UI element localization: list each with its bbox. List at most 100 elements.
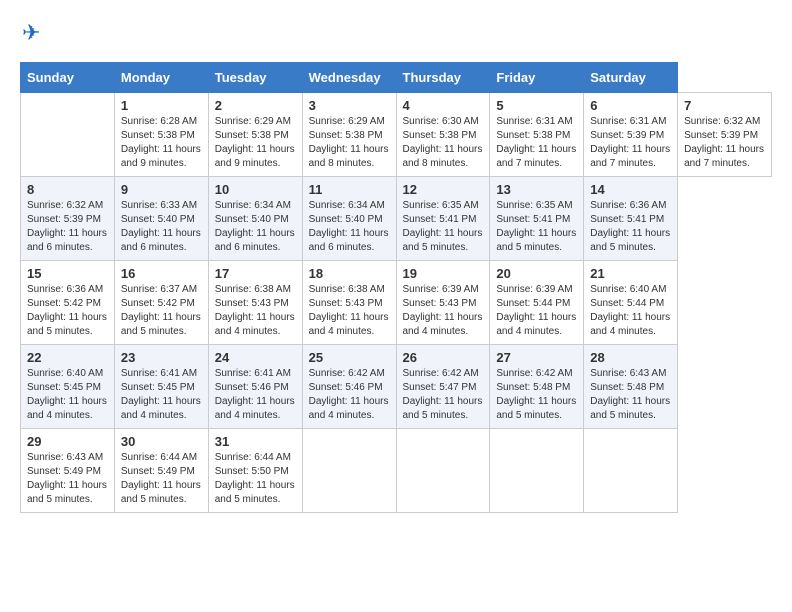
day-number: 28	[590, 350, 671, 365]
calendar-cell: 23 Sunrise: 6:41 AM Sunset: 5:45 PM Dayl…	[114, 345, 208, 429]
sunrise-text: Sunrise: 6:36 AM	[27, 283, 108, 297]
cell-content: Sunrise: 6:32 AM Sunset: 5:39 PM Dayligh…	[27, 199, 108, 255]
calendar-day-header: Monday	[114, 63, 208, 93]
daylight-text: Daylight: 11 hours and 5 minutes.	[590, 227, 671, 255]
logo-icon: ✈	[22, 20, 40, 46]
calendar-cell: 24 Sunrise: 6:41 AM Sunset: 5:46 PM Dayl…	[208, 345, 302, 429]
calendar-day-header: Thursday	[396, 63, 490, 93]
day-number: 17	[215, 266, 296, 281]
logo: ✈	[20, 20, 40, 46]
cell-content: Sunrise: 6:31 AM Sunset: 5:38 PM Dayligh…	[496, 115, 577, 171]
sunset-text: Sunset: 5:41 PM	[496, 213, 577, 227]
sunrise-text: Sunrise: 6:41 AM	[215, 367, 296, 381]
day-number: 12	[403, 182, 484, 197]
cell-content: Sunrise: 6:38 AM Sunset: 5:43 PM Dayligh…	[215, 283, 296, 339]
calendar-cell: 7 Sunrise: 6:32 AM Sunset: 5:39 PM Dayli…	[678, 93, 772, 177]
sunset-text: Sunset: 5:38 PM	[121, 129, 202, 143]
calendar-cell: 25 Sunrise: 6:42 AM Sunset: 5:46 PM Dayl…	[302, 345, 396, 429]
daylight-text: Daylight: 11 hours and 4 minutes.	[496, 311, 577, 339]
sunset-text: Sunset: 5:41 PM	[590, 213, 671, 227]
sunrise-text: Sunrise: 6:29 AM	[215, 115, 296, 129]
sunrise-text: Sunrise: 6:35 AM	[403, 199, 484, 213]
sunrise-text: Sunrise: 6:42 AM	[309, 367, 390, 381]
sunset-text: Sunset: 5:43 PM	[403, 297, 484, 311]
day-number: 21	[590, 266, 671, 281]
calendar-cell: 4 Sunrise: 6:30 AM Sunset: 5:38 PM Dayli…	[396, 93, 490, 177]
sunset-text: Sunset: 5:49 PM	[27, 465, 108, 479]
day-number: 1	[121, 98, 202, 113]
sunset-text: Sunset: 5:50 PM	[215, 465, 296, 479]
daylight-text: Daylight: 11 hours and 4 minutes.	[27, 395, 108, 423]
calendar-day-header: Sunday	[21, 63, 115, 93]
day-number: 8	[27, 182, 108, 197]
sunset-text: Sunset: 5:43 PM	[309, 297, 390, 311]
calendar-cell: 17 Sunrise: 6:38 AM Sunset: 5:43 PM Dayl…	[208, 261, 302, 345]
daylight-text: Daylight: 11 hours and 9 minutes.	[121, 143, 202, 171]
calendar-cell: 1 Sunrise: 6:28 AM Sunset: 5:38 PM Dayli…	[114, 93, 208, 177]
sunrise-text: Sunrise: 6:31 AM	[590, 115, 671, 129]
cell-content: Sunrise: 6:36 AM Sunset: 5:41 PM Dayligh…	[590, 199, 671, 255]
daylight-text: Daylight: 11 hours and 5 minutes.	[121, 311, 202, 339]
day-number: 2	[215, 98, 296, 113]
day-number: 16	[121, 266, 202, 281]
calendar-week-row: 29 Sunrise: 6:43 AM Sunset: 5:49 PM Dayl…	[21, 429, 772, 513]
day-number: 13	[496, 182, 577, 197]
cell-content: Sunrise: 6:44 AM Sunset: 5:50 PM Dayligh…	[215, 451, 296, 507]
day-number: 7	[684, 98, 765, 113]
cell-content: Sunrise: 6:40 AM Sunset: 5:45 PM Dayligh…	[27, 367, 108, 423]
sunset-text: Sunset: 5:45 PM	[27, 381, 108, 395]
cell-content: Sunrise: 6:34 AM Sunset: 5:40 PM Dayligh…	[215, 199, 296, 255]
sunrise-text: Sunrise: 6:33 AM	[121, 199, 202, 213]
calendar-week-row: 8 Sunrise: 6:32 AM Sunset: 5:39 PM Dayli…	[21, 177, 772, 261]
sunset-text: Sunset: 5:48 PM	[496, 381, 577, 395]
calendar-cell: 3 Sunrise: 6:29 AM Sunset: 5:38 PM Dayli…	[302, 93, 396, 177]
daylight-text: Daylight: 11 hours and 9 minutes.	[215, 143, 296, 171]
calendar-cell: 27 Sunrise: 6:42 AM Sunset: 5:48 PM Dayl…	[490, 345, 584, 429]
calendar-day-header: Saturday	[584, 63, 678, 93]
calendar-cell: 2 Sunrise: 6:29 AM Sunset: 5:38 PM Dayli…	[208, 93, 302, 177]
cell-content: Sunrise: 6:34 AM Sunset: 5:40 PM Dayligh…	[309, 199, 390, 255]
calendar-cell: 26 Sunrise: 6:42 AM Sunset: 5:47 PM Dayl…	[396, 345, 490, 429]
cell-content: Sunrise: 6:31 AM Sunset: 5:39 PM Dayligh…	[590, 115, 671, 171]
sunrise-text: Sunrise: 6:43 AM	[27, 451, 108, 465]
sunrise-text: Sunrise: 6:34 AM	[215, 199, 296, 213]
cell-content: Sunrise: 6:43 AM Sunset: 5:48 PM Dayligh…	[590, 367, 671, 423]
daylight-text: Daylight: 11 hours and 8 minutes.	[309, 143, 390, 171]
sunset-text: Sunset: 5:41 PM	[403, 213, 484, 227]
sunset-text: Sunset: 5:46 PM	[215, 381, 296, 395]
sunset-text: Sunset: 5:38 PM	[403, 129, 484, 143]
calendar-cell	[302, 429, 396, 513]
calendar-cell	[396, 429, 490, 513]
sunrise-text: Sunrise: 6:44 AM	[215, 451, 296, 465]
daylight-text: Daylight: 11 hours and 5 minutes.	[215, 479, 296, 507]
day-number: 4	[403, 98, 484, 113]
daylight-text: Daylight: 11 hours and 7 minutes.	[496, 143, 577, 171]
daylight-text: Daylight: 11 hours and 4 minutes.	[590, 311, 671, 339]
daylight-text: Daylight: 11 hours and 6 minutes.	[309, 227, 390, 255]
calendar-cell: 6 Sunrise: 6:31 AM Sunset: 5:39 PM Dayli…	[584, 93, 678, 177]
calendar-cell: 28 Sunrise: 6:43 AM Sunset: 5:48 PM Dayl…	[584, 345, 678, 429]
day-number: 30	[121, 434, 202, 449]
calendar-cell: 20 Sunrise: 6:39 AM Sunset: 5:44 PM Dayl…	[490, 261, 584, 345]
sunset-text: Sunset: 5:40 PM	[309, 213, 390, 227]
calendar-week-row: 15 Sunrise: 6:36 AM Sunset: 5:42 PM Dayl…	[21, 261, 772, 345]
sunrise-text: Sunrise: 6:32 AM	[684, 115, 765, 129]
cell-content: Sunrise: 6:36 AM Sunset: 5:42 PM Dayligh…	[27, 283, 108, 339]
cell-content: Sunrise: 6:44 AM Sunset: 5:49 PM Dayligh…	[121, 451, 202, 507]
sunrise-text: Sunrise: 6:39 AM	[403, 283, 484, 297]
sunrise-text: Sunrise: 6:36 AM	[590, 199, 671, 213]
day-number: 19	[403, 266, 484, 281]
daylight-text: Daylight: 11 hours and 5 minutes.	[27, 311, 108, 339]
calendar-cell: 8 Sunrise: 6:32 AM Sunset: 5:39 PM Dayli…	[21, 177, 115, 261]
daylight-text: Daylight: 11 hours and 5 minutes.	[590, 395, 671, 423]
sunset-text: Sunset: 5:39 PM	[684, 129, 765, 143]
cell-content: Sunrise: 6:41 AM Sunset: 5:45 PM Dayligh…	[121, 367, 202, 423]
calendar-cell: 19 Sunrise: 6:39 AM Sunset: 5:43 PM Dayl…	[396, 261, 490, 345]
sunset-text: Sunset: 5:42 PM	[27, 297, 108, 311]
cell-content: Sunrise: 6:29 AM Sunset: 5:38 PM Dayligh…	[215, 115, 296, 171]
daylight-text: Daylight: 11 hours and 7 minutes.	[684, 143, 765, 171]
daylight-text: Daylight: 11 hours and 6 minutes.	[121, 227, 202, 255]
cell-content: Sunrise: 6:37 AM Sunset: 5:42 PM Dayligh…	[121, 283, 202, 339]
sunrise-text: Sunrise: 6:43 AM	[590, 367, 671, 381]
cell-content: Sunrise: 6:40 AM Sunset: 5:44 PM Dayligh…	[590, 283, 671, 339]
